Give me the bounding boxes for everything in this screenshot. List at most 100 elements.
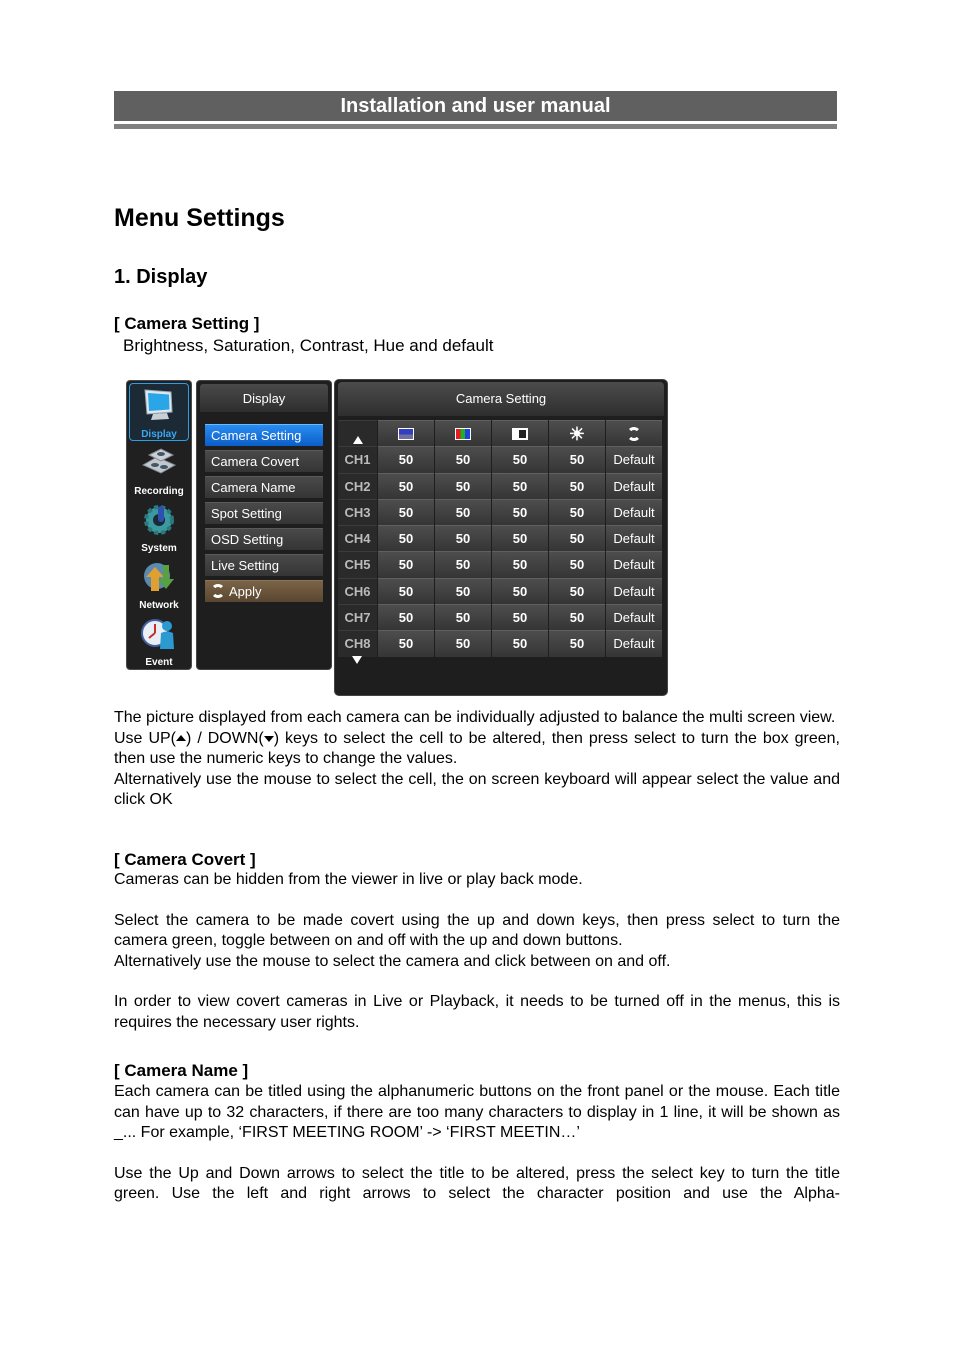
hue-cell[interactable]: 50 — [549, 551, 605, 578]
menu-item-camera-setting[interactable]: Camera Setting — [205, 424, 323, 446]
channel-row: CH5 50 50 50 50 Default — [338, 551, 663, 578]
up-arrow-icon — [176, 734, 186, 741]
column-contrast — [492, 420, 548, 447]
submenu-title: Display — [200, 384, 328, 412]
default-button[interactable]: Default — [606, 577, 662, 605]
sidebar-item-network[interactable]: Network — [129, 555, 189, 611]
saturation-cell[interactable]: 50 — [435, 551, 491, 578]
default-button[interactable]: Default — [606, 604, 662, 631]
saturation-cell[interactable]: 50 — [435, 472, 491, 499]
camera-covert-p1: Cameras can be hidden from the viewer in… — [114, 871, 583, 888]
default-button[interactable]: Default — [606, 498, 662, 526]
column-default — [606, 420, 662, 447]
contrast-cell[interactable]: 50 — [492, 577, 548, 605]
brightness-cell[interactable]: 50 — [378, 551, 434, 578]
camera-setting-panel: Camera Setting ☀ CH1 50 50 50 50 Default… — [334, 379, 668, 696]
camera-covert-p4: In order to view covert cameras in Live … — [114, 993, 840, 1031]
clock-person-icon — [139, 616, 179, 650]
channel-label: CH7 — [338, 604, 377, 631]
column-hue: ☀ — [549, 420, 605, 447]
menu-item-live-setting[interactable]: Live Setting — [205, 554, 323, 576]
hue-cell[interactable]: 50 — [549, 446, 605, 473]
saturation-cell[interactable]: 50 — [435, 446, 491, 473]
camera-covert-p2: Select the camera to be made covert usin… — [114, 911, 840, 950]
channel-row: CH6 50 50 50 50 Default — [338, 577, 663, 605]
hue-cell[interactable]: 50 — [549, 472, 605, 499]
hue-cell[interactable]: 50 — [549, 577, 605, 605]
menu-item-camera-name[interactable]: Camera Name — [205, 476, 323, 498]
contrast-cell[interactable]: 50 — [492, 551, 548, 578]
default-button[interactable]: Default — [606, 446, 662, 473]
menu-item-spot-setting[interactable]: Spot Setting — [205, 502, 323, 524]
page-title: Menu Settings — [114, 204, 285, 232]
scroll-up-button[interactable] — [338, 420, 377, 447]
saturation-cell[interactable]: 50 — [435, 498, 491, 526]
sidebar-item-system[interactable]: System — [129, 498, 189, 554]
network-icon — [139, 559, 179, 593]
sidebar-item-display[interactable]: Display — [129, 383, 189, 441]
saturation-cell[interactable]: 50 — [435, 630, 491, 657]
sidebar-item-event[interactable]: Event — [129, 612, 189, 668]
channel-label: CH6 — [338, 577, 377, 605]
down-arrow-icon — [263, 735, 274, 742]
channel-row: CH2 50 50 50 50 Default — [338, 472, 663, 499]
hue-cell[interactable]: 50 — [549, 630, 605, 657]
up-arrow-icon — [352, 435, 363, 444]
default-button[interactable]: Default — [606, 472, 662, 499]
camera-covert-description: Cameras can be hidden from the viewer in… — [114, 870, 840, 1033]
monitor-icon — [139, 388, 179, 422]
brightness-cell[interactable]: 50 — [378, 472, 434, 499]
default-button[interactable]: Default — [606, 551, 662, 578]
channel-row: CH3 50 50 50 50 Default — [338, 498, 663, 526]
hue-cell[interactable]: 50 — [549, 498, 605, 526]
brightness-cell[interactable]: 50 — [378, 577, 434, 605]
saturation-cell[interactable]: 50 — [435, 525, 491, 552]
channel-label: CH2 — [338, 472, 377, 499]
brightness-cell[interactable]: 50 — [378, 604, 434, 631]
camera-setting-p2: Use UP() / DOWN() keys to select the cel… — [114, 729, 840, 768]
saturation-cell[interactable]: 50 — [435, 604, 491, 631]
column-saturation — [435, 420, 491, 447]
brightness-cell[interactable]: 50 — [378, 446, 434, 473]
recording-icon — [139, 445, 179, 479]
brightness-cell[interactable]: 50 — [378, 630, 434, 657]
scroll-down-button[interactable] — [352, 656, 362, 664]
camera-covert-heading: [ Camera Covert ] — [114, 850, 256, 869]
saturation-cell[interactable]: 50 — [435, 577, 491, 605]
channel-row: CH4 50 50 50 50 Default — [338, 525, 663, 552]
sidebar-item-recording[interactable]: Recording — [129, 441, 189, 497]
default-button[interactable]: Default — [606, 630, 662, 657]
header-divider — [114, 124, 837, 129]
camera-name-p1: Each camera can be titled using the alph… — [114, 1083, 840, 1141]
display-submenu: Display Camera Setting Camera Covert Cam… — [196, 380, 332, 670]
contrast-cell[interactable]: 50 — [492, 446, 548, 473]
contrast-icon — [512, 427, 528, 440]
brightness-cell[interactable]: 50 — [378, 525, 434, 552]
camera-name-description: Each camera can be titled using the alph… — [114, 1082, 840, 1205]
camera-setting-description: The picture displayed from each camera c… — [114, 708, 840, 811]
section-title: 1. Display — [114, 266, 208, 288]
camera-setting-subtitle: Brightness, Saturation, Contrast, Hue an… — [123, 336, 494, 355]
contrast-cell[interactable]: 50 — [492, 525, 548, 552]
apply-button[interactable]: Apply — [205, 580, 323, 602]
contrast-cell[interactable]: 50 — [492, 498, 548, 526]
camera-setting-title: Camera Setting — [338, 382, 664, 416]
brightness-cell[interactable]: 50 — [378, 498, 434, 526]
saturation-icon — [455, 427, 471, 440]
menu-item-camera-covert[interactable]: Camera Covert — [205, 450, 323, 472]
channel-row: CH8 50 50 50 50 Default — [338, 630, 663, 657]
hue-cell[interactable]: 50 — [549, 525, 605, 552]
camera-name-heading: [ Camera Name ] — [114, 1061, 249, 1080]
hue-cell[interactable]: 50 — [549, 604, 605, 631]
menu-item-osd-setting[interactable]: OSD Setting — [205, 528, 323, 550]
contrast-cell[interactable]: 50 — [492, 630, 548, 657]
channel-label: CH4 — [338, 525, 377, 552]
contrast-cell[interactable]: 50 — [492, 472, 548, 499]
manual-header: Installation and user manual — [114, 91, 837, 121]
contrast-cell[interactable]: 50 — [492, 604, 548, 631]
channel-label: CH3 — [338, 498, 377, 526]
channel-label: CH8 — [338, 630, 377, 657]
default-button[interactable]: Default — [606, 525, 662, 552]
camera-setting-p1: The picture displayed from each camera c… — [114, 709, 836, 726]
gear-icon — [139, 502, 179, 536]
